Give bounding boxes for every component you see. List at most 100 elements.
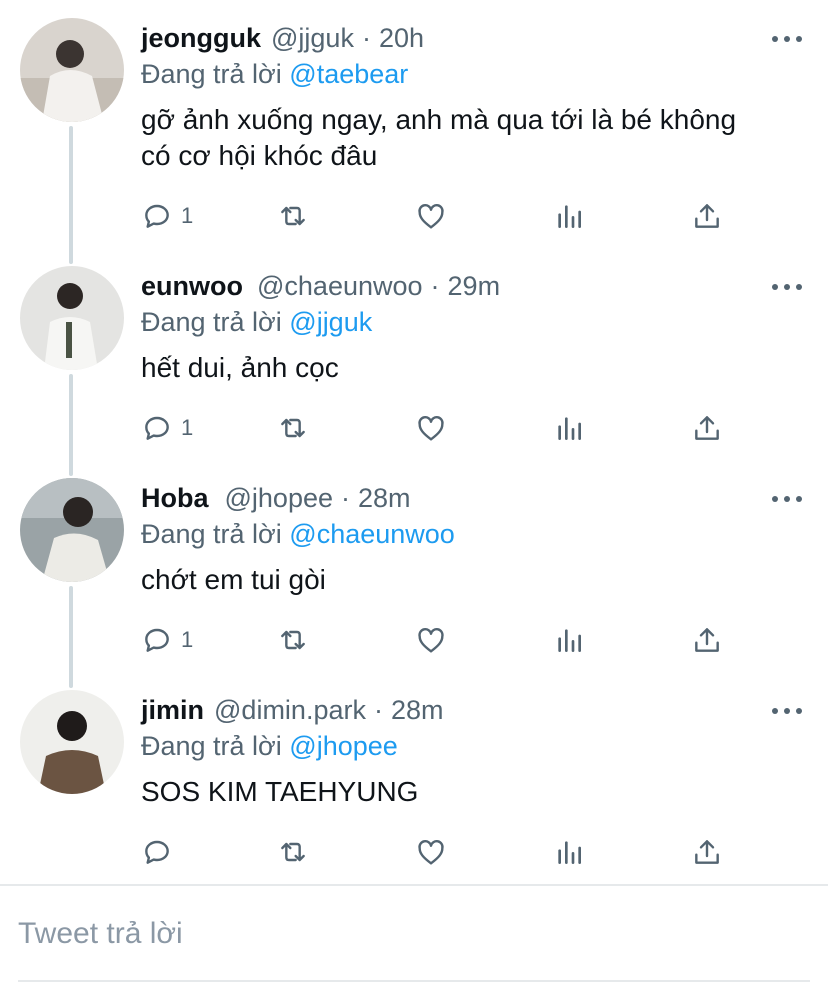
- replying-label: Đang trả lời: [141, 59, 282, 89]
- more-icon[interactable]: [772, 282, 802, 292]
- timestamp[interactable]: 28m: [358, 483, 411, 513]
- tweet-actions: 1: [141, 620, 741, 660]
- retweet-button[interactable]: [277, 408, 309, 448]
- tweet-header: Hoba @jhopee · 28m: [141, 480, 411, 516]
- like-button[interactable]: [415, 196, 447, 236]
- tweet-text: SOS KIM TAEHYUNG: [141, 774, 801, 810]
- mention-link[interactable]: @taebear: [289, 59, 408, 89]
- display-name[interactable]: jeongguk: [141, 23, 261, 53]
- handle[interactable]: @chaeunwoo: [257, 271, 423, 301]
- retweet-button[interactable]: [277, 196, 309, 236]
- replying-to: Đang trả lời @jjguk: [141, 304, 372, 340]
- like-button[interactable]: [415, 408, 447, 448]
- mention-link[interactable]: @jjguk: [289, 307, 372, 337]
- share-icon: [695, 840, 719, 864]
- reply-button[interactable]: 1: [141, 620, 193, 660]
- reply-icon: [145, 204, 169, 228]
- tweet[interactable]: jimin @dimin.park · 28m Đang trả lời @jhope…: [0, 690, 828, 884]
- reply-icon: [145, 628, 169, 652]
- retweet-button[interactable]: [277, 832, 309, 872]
- tweet-header: jimin @dimin.park · 28m: [141, 692, 444, 728]
- replying-to: Đang trả lời @chaeunwoo: [141, 516, 455, 552]
- tweet-text: chớt em tui gòi: [141, 562, 801, 598]
- avatar[interactable]: [20, 266, 124, 370]
- reply-count: 1: [181, 415, 194, 440]
- tweet-text: gỡ ảnh xuống ngay, anh mà qua tới là bé …: [141, 102, 801, 174]
- analytics-icon: [558, 417, 581, 440]
- tweet-text-line: SOS KIM TAEHYUNG: [141, 776, 419, 807]
- reply-button[interactable]: 1: [141, 408, 193, 448]
- analytics-button[interactable]: [553, 408, 585, 448]
- mention-link[interactable]: @jhopee: [289, 731, 398, 761]
- tweet[interactable]: Hoba @jhopee · 28m Đang trả lời @chaeunwoo …: [0, 478, 828, 672]
- compose-underline: [18, 980, 810, 982]
- share-icon: [695, 628, 719, 652]
- share-button[interactable]: [691, 408, 723, 448]
- reply-icon: [145, 416, 169, 440]
- share-button[interactable]: [691, 620, 723, 660]
- mention-link[interactable]: @chaeunwoo: [289, 519, 455, 549]
- separator: ·: [373, 695, 383, 725]
- tweet-text-line: hết dui, ảnh cọc: [141, 352, 339, 383]
- replying-to: Đang trả lời @jhopee: [141, 728, 398, 764]
- tweet-text: hết dui, ảnh cọc: [141, 350, 801, 386]
- handle[interactable]: @jjguk: [271, 23, 354, 53]
- display-name[interactable]: Hoba: [141, 483, 209, 513]
- tweet-actions: [141, 832, 741, 872]
- heart-icon: [418, 204, 444, 229]
- replying-label: Đang trả lời: [141, 519, 282, 549]
- like-button[interactable]: [415, 832, 447, 872]
- analytics-icon: [558, 841, 581, 864]
- retweet-icon: [281, 630, 305, 650]
- tweet-header: eunwoo @chaeunwoo · 29m: [141, 268, 500, 304]
- reply-icon: [145, 840, 169, 864]
- separator: ·: [361, 23, 371, 53]
- timestamp[interactable]: 29m: [448, 271, 501, 301]
- display-name[interactable]: jimin: [141, 695, 204, 725]
- share-button[interactable]: [691, 832, 723, 872]
- more-icon[interactable]: [772, 34, 802, 44]
- share-button[interactable]: [691, 196, 723, 236]
- tweet-actions: 1: [141, 196, 741, 236]
- avatar[interactable]: [20, 478, 124, 582]
- replying-label: Đang trả lời: [141, 731, 282, 761]
- avatar[interactable]: [20, 18, 124, 122]
- timestamp[interactable]: 28m: [391, 695, 444, 725]
- separator: ·: [341, 483, 350, 513]
- share-icon: [695, 204, 719, 228]
- heart-icon: [418, 840, 444, 865]
- retweet-icon: [281, 842, 305, 862]
- reply-count: 1: [181, 203, 194, 228]
- reply-compose-input[interactable]: Tweet trả lời: [18, 912, 183, 956]
- replying-label: Đang trả lời: [141, 307, 282, 337]
- tweet-header: jeongguk @jjguk · 20h: [141, 20, 424, 56]
- retweet-icon: [281, 418, 305, 438]
- tweet-text-line: có cơ hội khóc đâu: [141, 140, 378, 171]
- reply-button[interactable]: 1: [141, 196, 193, 236]
- display-name[interactable]: eunwoo: [141, 271, 243, 301]
- analytics-icon: [558, 629, 581, 652]
- replying-to: Đang trả lời @taebear: [141, 56, 408, 92]
- like-button[interactable]: [415, 620, 447, 660]
- heart-icon: [418, 628, 444, 653]
- analytics-button[interactable]: [553, 620, 585, 660]
- tweet-text-line: gỡ ảnh xuống ngay, anh mà qua tới là bé …: [141, 104, 737, 135]
- more-icon[interactable]: [772, 706, 802, 716]
- retweet-icon: [281, 206, 305, 226]
- avatar[interactable]: [20, 690, 124, 794]
- handle[interactable]: @jhopee: [225, 483, 334, 513]
- analytics-button[interactable]: [553, 832, 585, 872]
- heart-icon: [418, 416, 444, 441]
- divider: [0, 884, 828, 886]
- tweet[interactable]: jeongguk @jjguk · 20h Đang trả lời @taebear…: [0, 18, 828, 248]
- reply-button[interactable]: [141, 832, 173, 872]
- tweet-text-line: chớt em tui gòi: [141, 564, 326, 595]
- analytics-button[interactable]: [553, 196, 585, 236]
- tweet[interactable]: eunwoo @chaeunwoo · 29m Đang trả lời @jjguk…: [0, 266, 828, 460]
- analytics-icon: [558, 205, 581, 228]
- retweet-button[interactable]: [277, 620, 309, 660]
- handle[interactable]: @dimin.park: [214, 695, 366, 725]
- separator: ·: [430, 271, 440, 301]
- more-icon[interactable]: [772, 494, 802, 504]
- timestamp[interactable]: 20h: [379, 23, 424, 53]
